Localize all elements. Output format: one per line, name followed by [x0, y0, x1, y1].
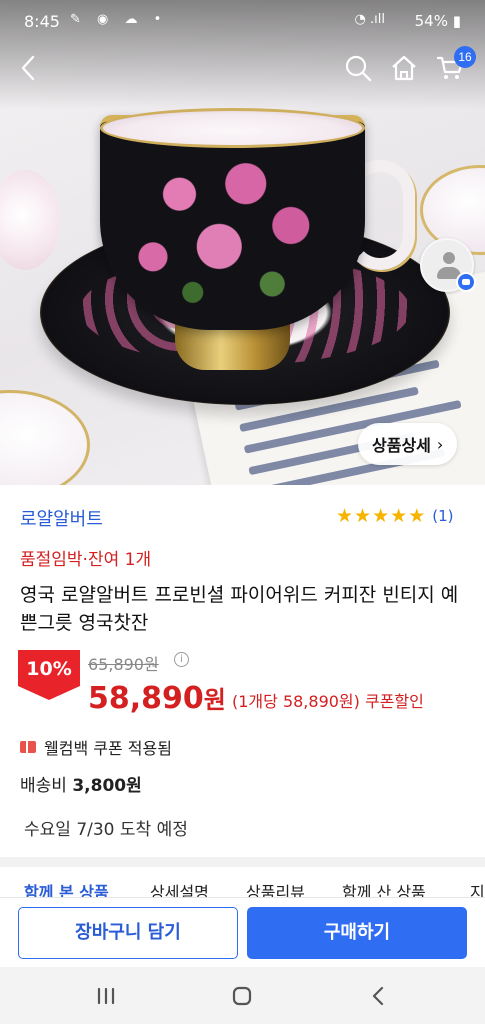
shipping-label: 배송비	[20, 776, 67, 796]
recent-apps-icon	[97, 987, 115, 1005]
product-detail-button[interactable]: 상품상세 ›	[358, 423, 458, 465]
system-nav-bar	[0, 967, 485, 1024]
chevron-right-icon: ›	[436, 434, 444, 454]
star-icon: ★	[408, 505, 426, 527]
brand-link[interactable]: 로얄알버트	[20, 505, 103, 531]
buy-button[interactable]: 구매하기	[247, 907, 467, 959]
sale-price: 58,890원	[88, 680, 226, 716]
recent-apps-button[interactable]	[86, 981, 126, 1011]
original-price: 65,890원	[88, 655, 159, 674]
star-icon: ★	[336, 505, 354, 527]
sale-price-value: 58,890	[88, 681, 204, 716]
back-button[interactable]	[10, 50, 46, 86]
home-button[interactable]	[386, 50, 422, 86]
tab-description[interactable]: 상세설명	[150, 879, 209, 897]
info-icon[interactable]: i	[174, 652, 189, 667]
search-icon	[345, 55, 372, 82]
tab-reviews[interactable]: 상품리뷰	[246, 879, 305, 897]
stock-notice: 품절임박·잔여 1개	[20, 550, 152, 570]
delivery-estimate: 수요일 7/30 도착 예정	[24, 820, 188, 840]
back-nav-button[interactable]	[358, 981, 398, 1011]
tab-more[interactable]: 지	[470, 879, 485, 897]
wifi-signal-icon: ◔ .ıll	[354, 12, 385, 27]
shipping-value: 3,800원	[72, 776, 142, 796]
status-bar: 8:45 ✎ ◉ ☁ • ◔ .ıll 54% ▮	[0, 0, 485, 44]
background-flower	[0, 170, 60, 270]
app-bar	[0, 44, 485, 92]
coupon-applied: 웰컴백 쿠폰 적용됨	[20, 735, 172, 759]
star-icon: ★	[354, 505, 372, 527]
sale-price-unit: 원	[203, 686, 226, 714]
shipping-fee: 배송비 3,800원	[20, 771, 142, 796]
battery-indicator: 54% ▮	[414, 12, 461, 30]
price-note: (1개당 58,890원) 쿠폰할인	[232, 692, 424, 711]
star-icon: ★	[372, 505, 390, 527]
star-icon: ★	[390, 505, 408, 527]
coupon-icon	[20, 741, 36, 753]
teacup-rim	[100, 108, 365, 148]
product-title: 영국 로얄알버트 프로빈셜 파이어위드 커피잔 빈티지 예쁜그릇 영국찻잔	[20, 584, 459, 634]
search-button[interactable]	[340, 50, 376, 86]
home-icon	[392, 55, 416, 81]
rating[interactable]: ★ ★ ★ ★ ★ (1)	[336, 505, 453, 527]
tab-bought-together[interactable]: 함께 산 상품	[342, 879, 426, 897]
background-saucer-left	[0, 390, 90, 485]
status-time: 8:45	[24, 12, 60, 31]
product-detail-label: 상품상세	[372, 436, 431, 455]
discount-badge: 10%	[18, 650, 80, 700]
notification-icons: ✎ ◉ ☁ •	[70, 12, 168, 27]
section-divider	[0, 857, 485, 867]
home-nav-button[interactable]	[222, 981, 262, 1011]
cart-count-badge: 16	[454, 46, 476, 68]
chevron-left-icon	[21, 55, 35, 81]
action-bar: 장바구니 담기 구매하기	[0, 897, 485, 967]
coupon-label: 웰컴백 쿠폰 적용됨	[44, 739, 172, 758]
back-nav-icon	[372, 986, 384, 1006]
product-tabs: 함께 본 상품 상세설명 상품리뷰 함께 산 상품 지	[0, 867, 485, 897]
tab-viewed-together[interactable]: 함께 본 상품	[24, 879, 109, 897]
home-nav-icon	[232, 986, 252, 1006]
add-to-cart-button[interactable]: 장바구니 담기	[18, 907, 238, 959]
chat-icon[interactable]	[456, 272, 476, 292]
review-count: (1)	[432, 507, 454, 525]
